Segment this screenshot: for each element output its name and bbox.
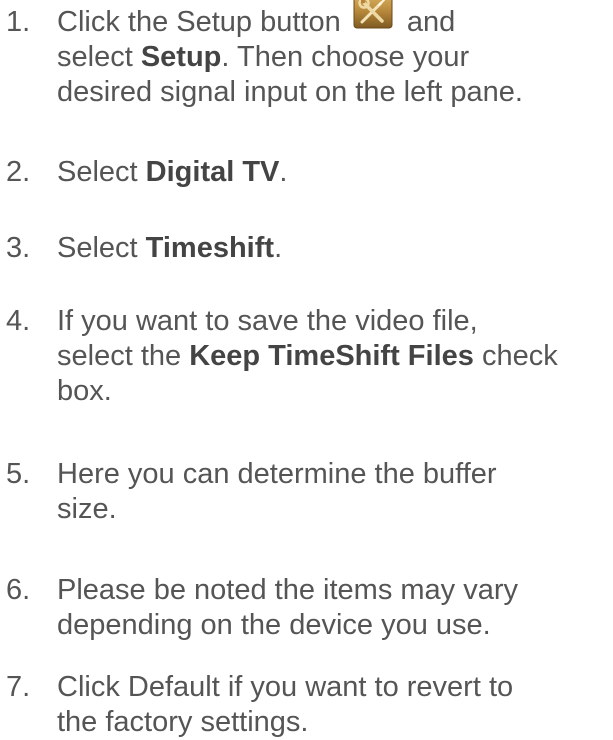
step-text: depending on the device you use. [57, 609, 491, 641]
step-number: 7. [6, 671, 31, 703]
step-text-bold: Digital TV [145, 156, 280, 188]
step-number: 2. [6, 156, 31, 188]
step-text-bold: Keep TimeShift Files [189, 340, 474, 372]
step-text: select the [57, 340, 190, 372]
step-text: select [57, 41, 141, 73]
setup-tools-icon [353, 0, 393, 29]
step-text: box. [57, 375, 112, 407]
step-text: If you want to save the video file, [57, 305, 478, 337]
step-number: 4. [6, 305, 31, 337]
step-text: Please be noted the items may vary [57, 574, 519, 606]
step-text: Select [57, 156, 146, 188]
step-number: 1. [6, 6, 31, 38]
step-text: Here you can determine the buffer [57, 458, 497, 490]
step-text: check [473, 340, 558, 372]
step-text: Click the Setup button [57, 6, 341, 38]
step-text: . Then choose your [221, 41, 470, 73]
step-number: 5. [6, 458, 31, 490]
step-text: and [406, 6, 456, 38]
step-text: . [274, 232, 283, 264]
step-text: desired signal input on the left pane. [57, 76, 523, 108]
step-text: size. [57, 493, 117, 525]
step-number: 3. [6, 232, 31, 264]
step-text-bold: Timeshift [145, 232, 275, 264]
step-text: Click Default if you want to revert to [57, 671, 514, 703]
step-text: the factory settings. [57, 706, 309, 738]
step-text: . [279, 156, 288, 188]
step-text-bold: Setup [140, 41, 222, 73]
step-number: 6. [6, 574, 31, 606]
step-text: Select [57, 232, 146, 264]
